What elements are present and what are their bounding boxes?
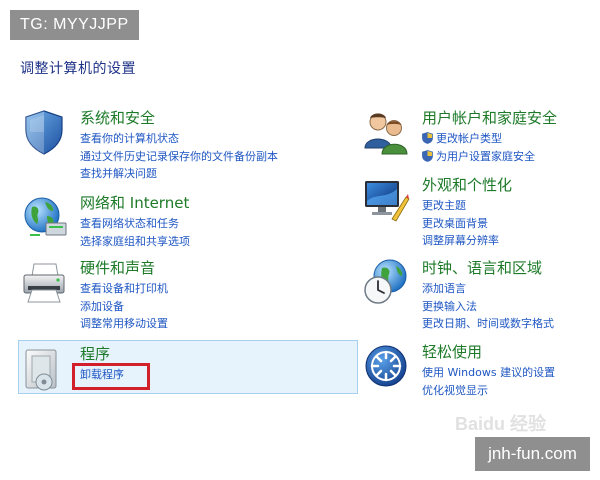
link-date-time-format[interactable]: 更改日期、时间或数字格式 [422,315,554,333]
category-appearance: 外观和个性化 更改主题 更改桌面背景 调整屏幕分辨率 [362,175,592,253]
network-globe-icon [24,197,67,236]
heading-ease-of-access[interactable]: 轻松使用 [422,342,555,362]
link-optimize-visual-display[interactable]: 优化视觉显示 [422,382,555,400]
heading-hardware-sound[interactable]: 硬件和声音 [80,258,168,278]
link-windows-recommended-settings[interactable]: 使用 Windows 建议的设置 [422,364,555,382]
printer-icon [23,263,65,303]
watermark-baidu: Baidu 经验 [455,414,547,434]
link-file-history-backup[interactable]: 通过文件历史记录保存你的文件备份副本 [80,148,278,166]
link-troubleshoot[interactable]: 查找并解决问题 [80,165,278,183]
display-personalization-icon [365,181,410,222]
link-homegroup-sharing[interactable]: 选择家庭组和共享选项 [80,233,190,251]
link-network-status[interactable]: 查看网络状态和任务 [80,215,190,233]
uac-shield-icon [422,132,433,144]
link-devices-printers[interactable]: 查看设备和打印机 [80,280,168,298]
heading-programs[interactable]: 程序 [80,344,124,364]
uninstall-highlight-box [72,363,150,390]
clock-globe-icon [364,259,407,304]
users-icon [364,113,408,155]
uac-shield-icon [422,149,433,162]
category-network-internet: 网络和 Internet 查看网络状态和任务 选择家庭组和共享选项 [20,193,340,253]
watermark-bottom-right: jnh-fun.com [475,437,590,471]
link-screen-resolution[interactable]: 调整屏幕分辨率 [422,232,512,250]
link-family-safety[interactable]: 为用户设置家庭安全 [422,148,557,166]
heading-user-accounts[interactable]: 用户帐户和家庭安全 [422,108,557,128]
watermark-top-left: TG: MYYJJPP [10,10,139,40]
ease-of-access-icon [365,345,407,387]
heading-clock-language[interactable]: 时钟、语言和区域 [422,258,554,278]
category-user-accounts: 用户帐户和家庭安全 更改帐户类型 为用户设置家庭安全 [362,108,592,168]
link-change-account-type-label: 更改帐户类型 [436,132,502,145]
category-clock-language: 时钟、语言和区域 添加语言 更换输入法 更改日期、时间或数字格式 [362,258,592,336]
link-family-safety-label: 为用户设置家庭安全 [436,149,535,163]
programs-icon [25,349,57,391]
link-change-account-type[interactable]: 更改帐户类型 [422,130,557,148]
category-programs: 程序 卸载程序 [20,344,340,391]
heading-network-internet[interactable]: 网络和 Internet [80,193,190,213]
link-mobility-settings[interactable]: 调整常用移动设置 [80,315,168,333]
category-system-security: 系统和安全 查看你的计算机状态 通过文件历史记录保存你的文件备份副本 查找并解决… [20,108,340,186]
heading-appearance[interactable]: 外观和个性化 [422,175,512,195]
link-desktop-background[interactable]: 更改桌面背景 [422,215,512,233]
link-change-theme[interactable]: 更改主题 [422,197,512,215]
page-title: 调整计算机的设置 [20,61,136,77]
link-change-input-method[interactable]: 更换输入法 [422,298,554,316]
category-ease-of-access: 轻松使用 使用 Windows 建议的设置 优化视觉显示 [362,342,592,402]
link-add-device[interactable]: 添加设备 [80,298,168,316]
link-view-computer-status[interactable]: 查看你的计算机状态 [80,130,278,148]
link-add-language[interactable]: 添加语言 [422,280,554,298]
security-shield-icon [25,110,63,155]
heading-system-security[interactable]: 系统和安全 [80,108,278,128]
category-hardware-sound: 硬件和声音 查看设备和打印机 添加设备 调整常用移动设置 [20,258,340,336]
